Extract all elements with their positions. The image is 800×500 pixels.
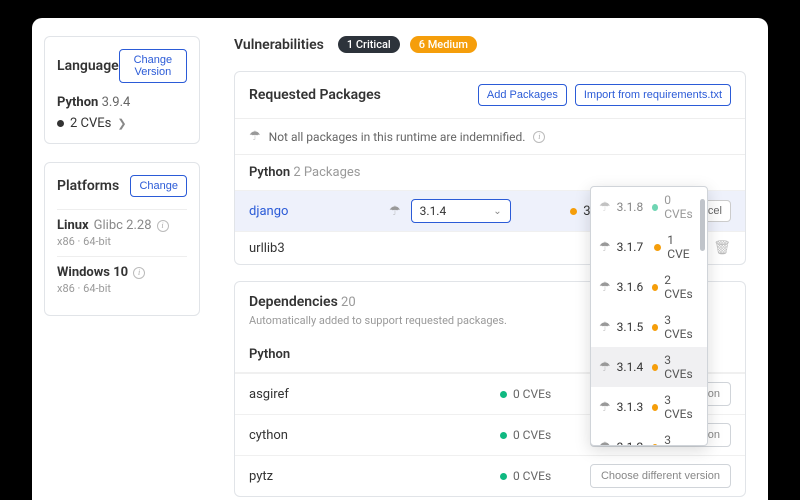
scrollbar-thumb[interactable] bbox=[700, 199, 705, 251]
dependencies-title: Dependencies bbox=[249, 294, 338, 310]
chevron-down-icon: ⌄ bbox=[493, 206, 501, 217]
dependency-row: pytz 0 CVEs Choose different version bbox=[235, 455, 745, 496]
dot-icon bbox=[652, 404, 658, 411]
umbrella-icon: ☂ bbox=[249, 129, 261, 144]
language-name-row: Python 3.9.4 bbox=[57, 95, 187, 110]
dot-icon bbox=[57, 120, 64, 127]
main-panel: Vulnerabilities 1 Critical 6 Medium Requ… bbox=[212, 18, 768, 500]
dependencies-count: 20 bbox=[341, 295, 356, 310]
dot-icon bbox=[654, 244, 661, 251]
language-cve-link[interactable]: 2 CVEs ❯ bbox=[57, 116, 187, 131]
package-name: urllib3 bbox=[249, 241, 379, 256]
umbrella-icon: ☂ bbox=[599, 360, 611, 375]
dot-icon bbox=[500, 432, 507, 439]
platform-item: Windows 10 i x86 · 64-bit bbox=[57, 256, 187, 303]
package-name-link[interactable]: django bbox=[249, 204, 379, 219]
umbrella-icon: ☂ bbox=[599, 320, 611, 335]
version-option[interactable]: ☂ 3.1.2 3 CVEs bbox=[591, 427, 707, 446]
language-cve-text: 2 CVEs bbox=[70, 116, 111, 131]
requested-title: Requested Packages bbox=[249, 87, 381, 103]
dot-icon bbox=[652, 444, 658, 447]
version-option[interactable]: ☂ 3.1.8 0 CVEs bbox=[591, 187, 707, 227]
dependency-cve: 0 CVEs bbox=[500, 387, 580, 401]
version-option[interactable]: ☂ 3.1.7 1 CVE bbox=[591, 227, 707, 267]
import-requirements-button[interactable]: Import from requirements.txt bbox=[575, 84, 731, 106]
info-icon[interactable]: i bbox=[157, 220, 169, 232]
medium-badge: 6 Medium bbox=[410, 36, 477, 53]
version-select-value: 3.1.4 bbox=[420, 204, 447, 218]
language-name: Python bbox=[57, 95, 98, 110]
version-dropdown[interactable]: ☂ 3.1.8 0 CVEs ☂ 3.1.7 1 CVE ☂ 3.1.6 2 C… bbox=[590, 186, 708, 446]
language-version: 3.9.4 bbox=[102, 95, 131, 110]
umbrella-icon: ☂ bbox=[599, 400, 611, 415]
vulnerabilities-row: Vulnerabilities 1 Critical 6 Medium bbox=[234, 36, 746, 53]
choose-version-button[interactable]: Choose different version bbox=[590, 464, 731, 488]
language-card: Language Change Version Python 3.9.4 2 C… bbox=[44, 36, 200, 144]
version-option[interactable]: ☂ 3.1.6 2 CVEs bbox=[591, 267, 707, 307]
platform-detail: Glibc 2.28 bbox=[94, 218, 152, 233]
dot-icon bbox=[652, 324, 658, 331]
trash-icon[interactable]: 🗑 bbox=[713, 240, 731, 256]
dot-icon bbox=[652, 284, 658, 291]
dot-icon bbox=[500, 391, 507, 398]
umbrella-icon: ☂ bbox=[599, 440, 611, 447]
umbrella-icon: ☂ bbox=[599, 240, 611, 255]
sidebar: Language Change Version Python 3.9.4 2 C… bbox=[32, 18, 212, 500]
dot-icon bbox=[652, 364, 658, 371]
dot-icon bbox=[652, 204, 658, 211]
dependency-cve: 0 CVEs bbox=[500, 428, 580, 442]
platform-arch: x86 · 64-bit bbox=[57, 235, 187, 248]
dependency-name: asgiref bbox=[249, 387, 490, 402]
change-platforms-button[interactable]: Change bbox=[130, 175, 187, 197]
umbrella-icon: ☂ bbox=[389, 204, 401, 219]
vulnerabilities-title: Vulnerabilities bbox=[234, 37, 324, 53]
platform-name: Linux bbox=[57, 218, 89, 233]
info-icon[interactable]: i bbox=[533, 131, 545, 143]
info-icon[interactable]: i bbox=[133, 267, 145, 279]
platform-name: Windows 10 bbox=[57, 265, 128, 280]
change-version-button[interactable]: Change Version bbox=[119, 49, 187, 83]
critical-badge: 1 Critical bbox=[338, 36, 400, 53]
platforms-title: Platforms bbox=[57, 178, 119, 194]
subhead-count: 2 Packages bbox=[293, 165, 360, 180]
dependency-name: pytz bbox=[249, 469, 490, 484]
version-option[interactable]: ☂ 3.1.5 3 CVEs bbox=[591, 307, 707, 347]
version-option-selected[interactable]: ☂ 3.1.4 3 CVEs bbox=[591, 347, 707, 387]
dot-icon bbox=[500, 473, 507, 480]
notice-text: Not all packages in this runtime are ind… bbox=[269, 130, 526, 144]
platform-item: Linux Glibc 2.28 i x86 · 64-bit bbox=[57, 209, 187, 256]
app-window: Language Change Version Python 3.9.4 2 C… bbox=[32, 18, 768, 500]
platform-arch: x86 · 64-bit bbox=[57, 282, 187, 295]
dot-icon bbox=[570, 208, 577, 215]
subhead-label: Python bbox=[249, 165, 290, 180]
platforms-card: Platforms Change Linux Glibc 2.28 i x86 … bbox=[44, 162, 200, 316]
dependency-name: cython bbox=[249, 428, 490, 443]
dependency-cve: 0 CVEs bbox=[500, 469, 580, 483]
version-select[interactable]: 3.1.4 ⌄ bbox=[411, 199, 511, 223]
language-title: Language bbox=[57, 58, 119, 74]
umbrella-icon: ☂ bbox=[599, 280, 611, 295]
indemnify-notice: ☂ Not all packages in this runtime are i… bbox=[235, 119, 745, 155]
add-packages-button[interactable]: Add Packages bbox=[478, 84, 567, 106]
version-option[interactable]: ☂ 3.1.3 3 CVEs bbox=[591, 387, 707, 427]
umbrella-icon: ☂ bbox=[599, 200, 611, 215]
chevron-right-icon: ❯ bbox=[117, 117, 126, 130]
